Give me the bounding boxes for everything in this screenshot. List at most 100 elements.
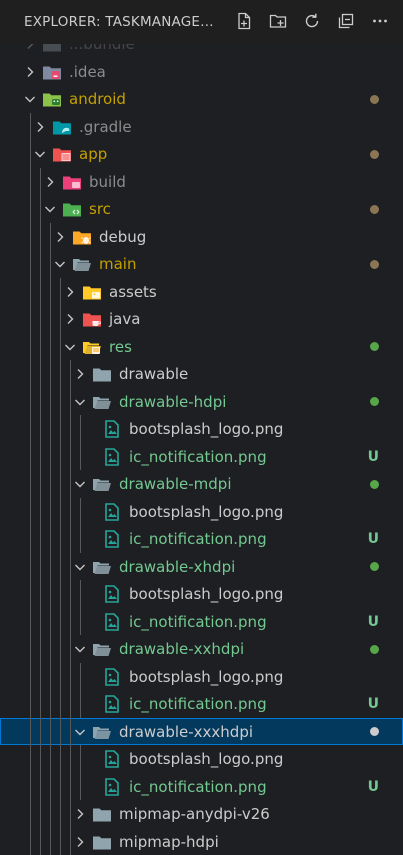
git-status-untracked-badge: U [368, 612, 379, 632]
tree-item-label: .idea [69, 62, 106, 82]
chevron-down-icon[interactable] [72, 394, 88, 410]
indent-guide [80, 580, 81, 635]
tree-item-label: bootsplash_logo.png [129, 667, 283, 687]
tree-folder-item[interactable]: app [0, 140, 403, 168]
chevron-down-icon[interactable] [52, 256, 68, 272]
indent-guide [80, 498, 81, 553]
image-file-icon [102, 420, 122, 438]
chevron-down-icon[interactable] [62, 339, 78, 355]
tree-item-label: ic_notification.png [129, 612, 267, 632]
tree-item-label: .gradle [79, 117, 132, 137]
explorer-header: EXPLORER: TASKMANAGEMEN... [0, 0, 403, 44]
chevron-right-icon[interactable] [72, 366, 88, 382]
folder-open-icon [92, 558, 112, 576]
tree-item-label: bootsplash_logo.png [129, 584, 283, 604]
tree-item-label: drawable [119, 364, 188, 384]
tree-item-label: build [89, 172, 126, 192]
tree-item-label: ic_notification.png [129, 447, 267, 467]
git-status-dot [370, 150, 379, 159]
tree-item-label: debug [99, 227, 146, 247]
indent-guide [60, 278, 61, 855]
image-file-icon [102, 530, 122, 548]
tree-item-label: bootsplash_logo.png [129, 502, 283, 522]
tree-item-label: drawable-xxxhdpi [119, 722, 253, 742]
chevron-right-icon[interactable] [72, 806, 88, 822]
collapse-all-icon[interactable] [333, 8, 359, 34]
tree-item-label: drawable-hdpi [119, 392, 226, 412]
tree-item-label: bootsplash_logo.png [129, 419, 283, 439]
tree-item-label: drawable-xxhdpi [119, 639, 244, 659]
chevron-right-icon[interactable] [72, 834, 88, 850]
image-file-icon [102, 613, 122, 631]
chevron-down-icon[interactable] [72, 724, 88, 740]
chevron-right-icon[interactable] [42, 174, 58, 190]
chevron-down-icon[interactable] [72, 476, 88, 492]
git-status-dot [370, 205, 379, 214]
tree-item-label: ic_notification.png [129, 529, 267, 549]
explorer-title: EXPLORER: TASKMANAGEMEN... [24, 14, 224, 30]
folder-open-icon [92, 640, 112, 658]
tree-item-label: ic_notification.png [129, 694, 267, 714]
folder-resource-icon [82, 338, 102, 356]
chevron-down-icon[interactable] [32, 146, 48, 162]
indent-guide [50, 223, 51, 855]
indent-guide [80, 663, 81, 718]
indent-guide [40, 168, 41, 855]
indent-guide [30, 113, 31, 855]
chevron-down-icon[interactable] [72, 559, 88, 575]
tree-folder-item[interactable]: src [0, 195, 403, 223]
folder-icon [92, 805, 112, 823]
tree-item-label: app [79, 144, 107, 164]
tree-folder-item[interactable]: main [0, 250, 403, 278]
chevron-down-icon[interactable] [72, 641, 88, 657]
tree-folder-item[interactable]: android [0, 85, 403, 113]
chevron-right-icon[interactable] [52, 229, 68, 245]
tree-item-label: bootsplash_logo.png [129, 749, 283, 769]
image-file-icon [102, 695, 122, 713]
image-file-icon [102, 503, 122, 521]
tree-item-label: src [89, 199, 111, 219]
indent-guide [70, 360, 71, 855]
image-file-icon [102, 778, 122, 796]
tree-item-label: mipmap-anydpi-v26 [119, 804, 270, 824]
git-status-dot [370, 645, 379, 654]
git-status-dot [370, 562, 379, 571]
image-file-icon [102, 585, 122, 603]
chevron-right-icon[interactable] [62, 284, 78, 300]
folder-open-icon [92, 475, 112, 493]
folder-build-icon [62, 173, 82, 191]
tree-item-label: ic_notification.png [129, 777, 267, 797]
folder-idea-icon [42, 63, 62, 81]
refresh-icon[interactable] [299, 8, 325, 34]
image-file-icon [102, 750, 122, 768]
tree-item-label: drawable-xhdpi [119, 557, 235, 577]
tree-folder-item[interactable]: debug [0, 223, 403, 251]
chevron-right-icon[interactable] [62, 311, 78, 327]
tree-folder-item[interactable]: .idea [0, 58, 403, 86]
tree-item-label: res [109, 337, 132, 357]
git-status-dot [370, 480, 379, 489]
chevron-right-icon[interactable] [32, 119, 48, 135]
git-status-dot [370, 260, 379, 269]
folder-java-icon [82, 310, 102, 328]
git-status-dot [370, 727, 379, 736]
chevron-down-icon[interactable] [22, 91, 38, 107]
git-status-dot [370, 342, 379, 351]
folder-open-icon [72, 255, 92, 273]
folder-icon [92, 833, 112, 851]
git-status-dot [370, 95, 379, 104]
folder-android-icon [42, 90, 62, 108]
git-status-untracked-badge: U [368, 529, 379, 549]
chevron-down-icon[interactable] [42, 201, 58, 217]
new-folder-icon[interactable] [265, 8, 291, 34]
tree-folder-item[interactable]: .gradle [0, 113, 403, 141]
more-actions-icon[interactable] [367, 8, 393, 34]
explorer-actions [231, 8, 393, 34]
tree-folder-item[interactable]: build [0, 168, 403, 196]
chevron-right-icon[interactable] [22, 64, 38, 80]
tree-item-label: main [99, 254, 136, 274]
tree-item-label: java [109, 309, 140, 329]
new-file-icon[interactable] [231, 8, 257, 34]
tree-item-label: drawable-mdpi [119, 474, 232, 494]
tree-item-label: assets [109, 282, 157, 302]
